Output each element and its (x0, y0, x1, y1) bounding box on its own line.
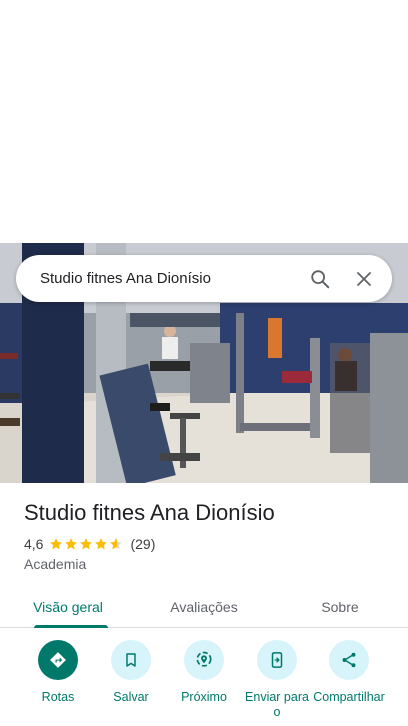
share-button[interactable]: Compartilhar (309, 640, 389, 705)
rating-row[interactable]: 4,6 (29) (24, 536, 155, 552)
save-button[interactable]: Salvar (91, 640, 171, 705)
place-title: Studio fitnes Ana Dionísio (24, 500, 275, 525)
search-input[interactable]: Studio fitnes Ana Dionísio (40, 270, 294, 287)
save-label: Salvar (113, 690, 149, 704)
directions-icon (38, 640, 78, 680)
tab-label: Avaliações (170, 598, 238, 615)
star-icon (80, 538, 93, 550)
star-icon (65, 538, 78, 550)
star-rating (49, 537, 124, 551)
nearby-label: Próximo (181, 690, 227, 704)
search-bar[interactable]: Studio fitnes Ana Dionísio (16, 255, 392, 302)
bookmark-icon (111, 640, 151, 680)
star-icon (95, 538, 108, 550)
tab-about[interactable]: Sobre (272, 586, 408, 627)
send-to-phone-icon (257, 640, 297, 680)
directions-button[interactable]: Rotas (18, 640, 98, 705)
search-icon[interactable] (302, 261, 338, 297)
half-star-icon (110, 538, 123, 550)
rating-value: 4,6 (24, 536, 44, 552)
directions-label: Rotas (41, 690, 75, 704)
place-category[interactable]: Academia (24, 556, 86, 572)
send-to-phone-button[interactable]: Enviar para o (237, 640, 317, 720)
tab-label: Visão geral (33, 598, 103, 615)
send-to-phone-label: Enviar para o (245, 690, 309, 719)
close-icon[interactable] (346, 261, 382, 297)
nearby-button[interactable]: Próximo (164, 640, 244, 705)
share-label: Compartilhar (313, 690, 385, 704)
review-count[interactable]: (29) (130, 536, 155, 552)
map-area-blank (0, 0, 408, 243)
tab-overview[interactable]: Visão geral (0, 586, 136, 628)
action-bar: Rotas Salvar Próximo Enviar para o Compa… (0, 640, 408, 726)
tab-reviews[interactable]: Avaliações (136, 586, 272, 627)
tab-label: Sobre (321, 598, 359, 615)
nearby-icon (184, 640, 224, 680)
place-tabs: Visão geral Avaliações Sobre (0, 586, 408, 628)
share-icon (329, 640, 369, 680)
star-icon (50, 538, 63, 550)
